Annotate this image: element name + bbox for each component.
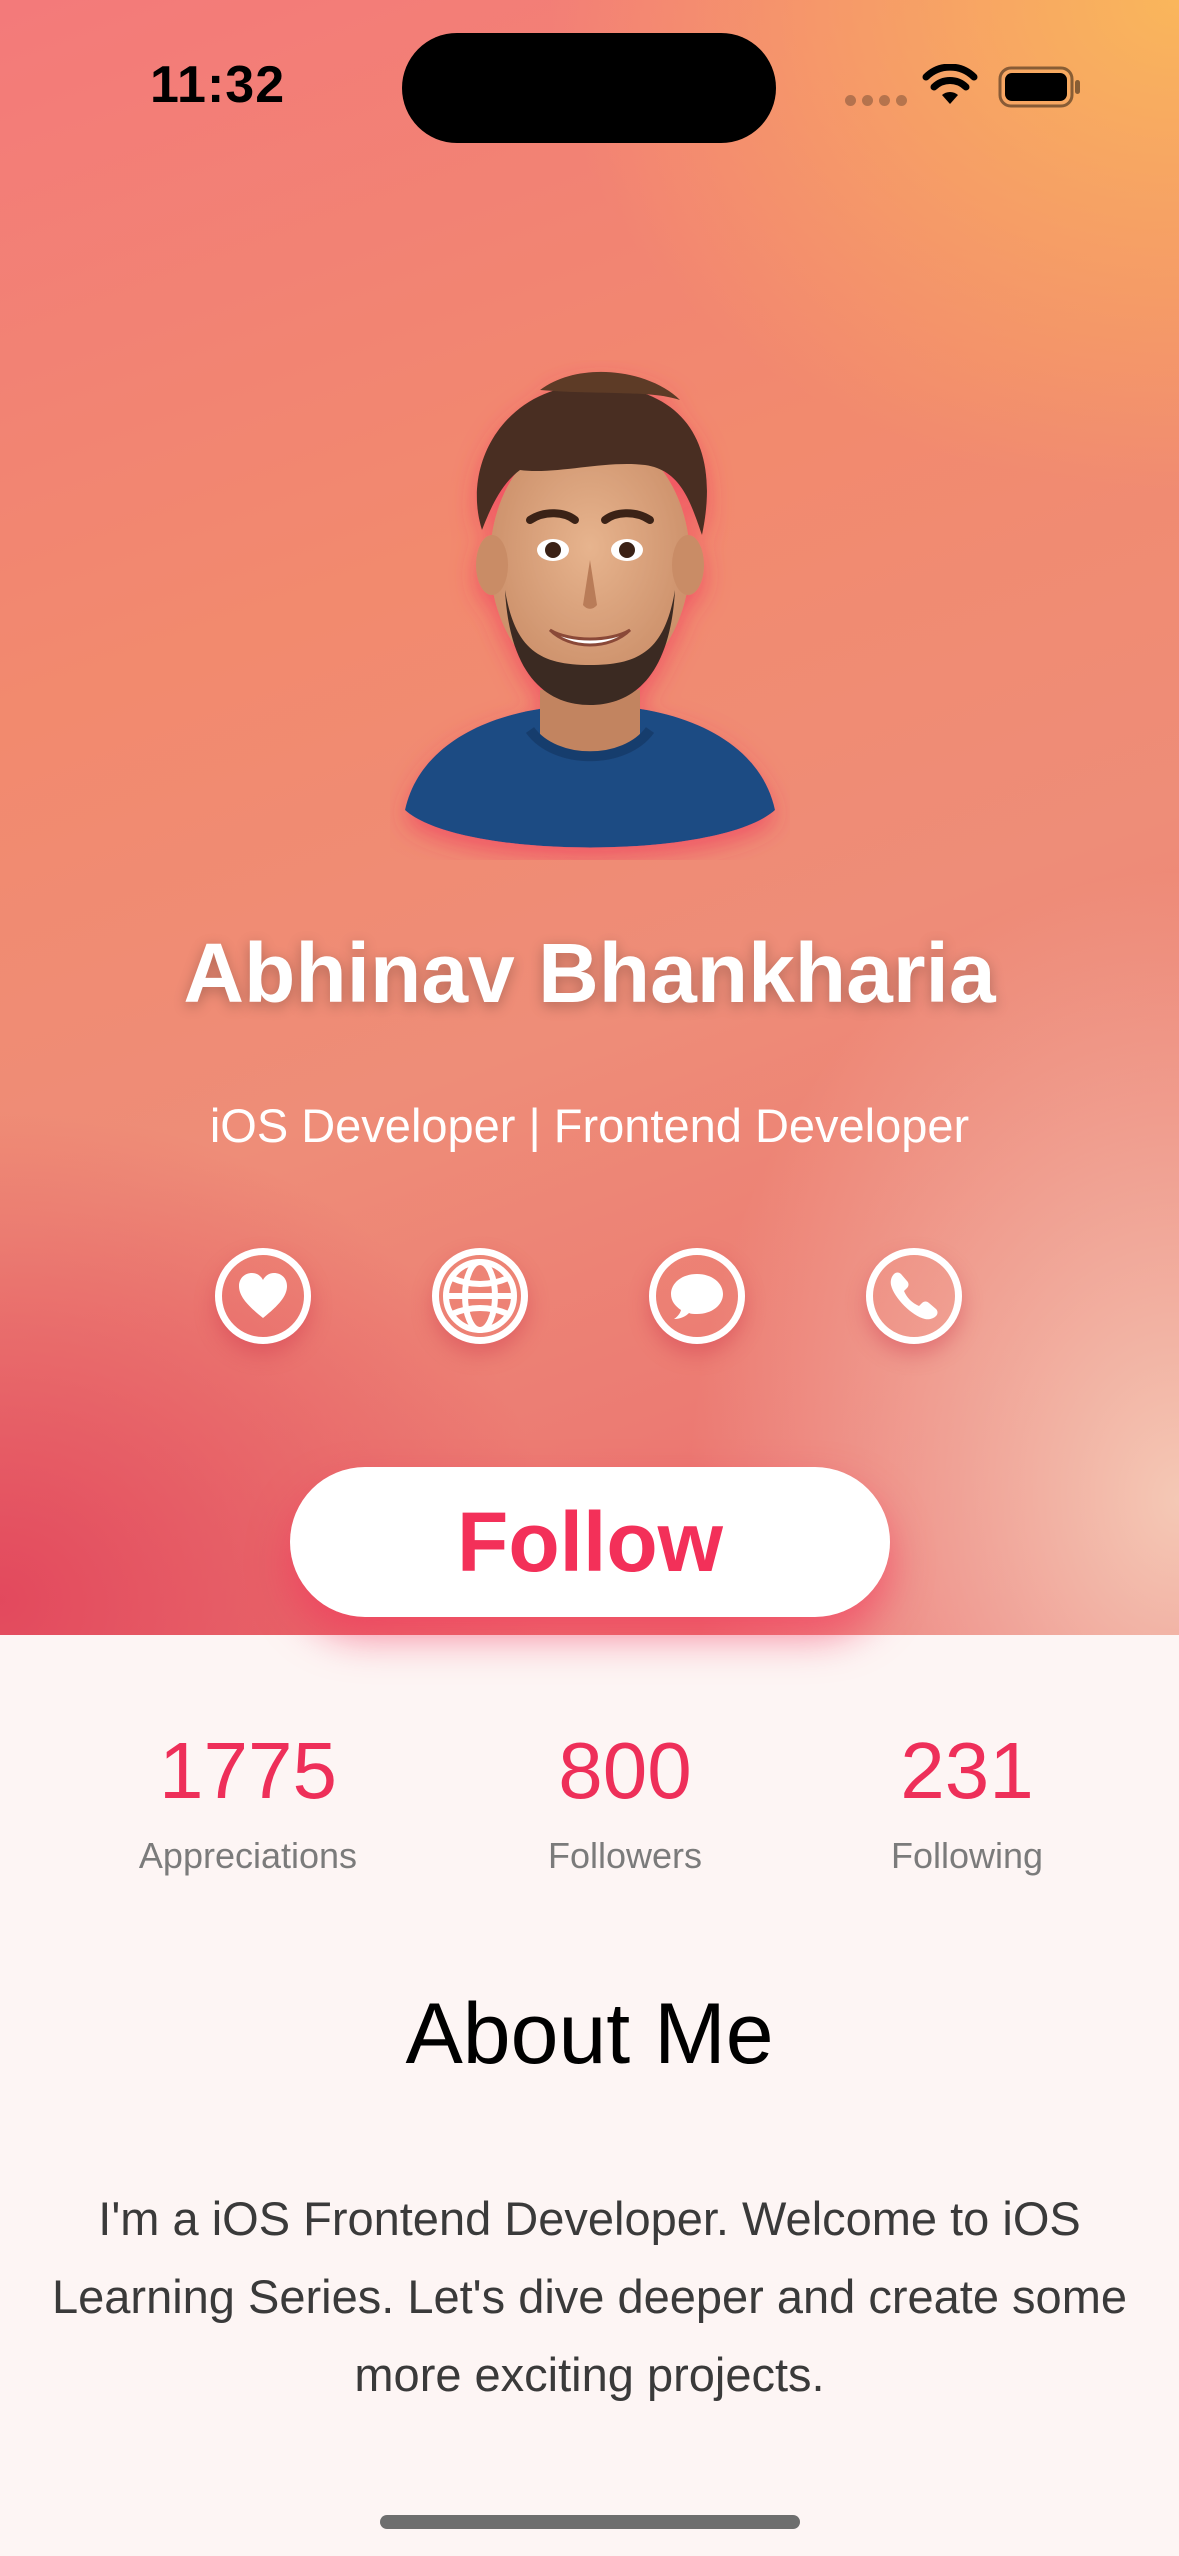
stat-value: 800 xyxy=(558,1726,692,1815)
stat-followers[interactable]: 800 Followers xyxy=(475,1725,775,1877)
profile-avatar xyxy=(405,371,775,848)
dynamic-island xyxy=(402,33,776,143)
about-text: I'm a iOS Frontend Developer. Welcome to… xyxy=(52,2192,1127,2401)
stat-label: Following xyxy=(890,1835,1044,1876)
stat-label: Followers xyxy=(547,1835,703,1876)
stat-value: 1775 xyxy=(159,1726,337,1815)
phone-icon[interactable] xyxy=(866,1248,962,1344)
profile-title: iOS Developer | Frontend Developer xyxy=(209,1099,970,1152)
globe-icon[interactable] xyxy=(432,1248,528,1344)
wifi-icon xyxy=(922,64,978,104)
home-indicator[interactable] xyxy=(380,2515,800,2529)
about-heading: About Me xyxy=(405,1986,774,2082)
heart-icon[interactable] xyxy=(215,1248,311,1344)
battery-icon xyxy=(998,66,1080,108)
cellular-signal-icon xyxy=(845,95,907,106)
stat-appreciations[interactable]: 1775 Appreciations xyxy=(98,1725,398,1877)
follow-button[interactable]: Follow xyxy=(290,1467,890,1617)
stat-value: 231 xyxy=(900,1726,1034,1815)
message-icon[interactable] xyxy=(649,1248,745,1344)
stat-following[interactable]: 231 Following xyxy=(817,1725,1117,1877)
status-bar-time: 11:32 xyxy=(150,56,286,114)
stat-label: Appreciations xyxy=(138,1835,358,1876)
profile-name: Abhinav Bhankharia xyxy=(183,926,996,1020)
